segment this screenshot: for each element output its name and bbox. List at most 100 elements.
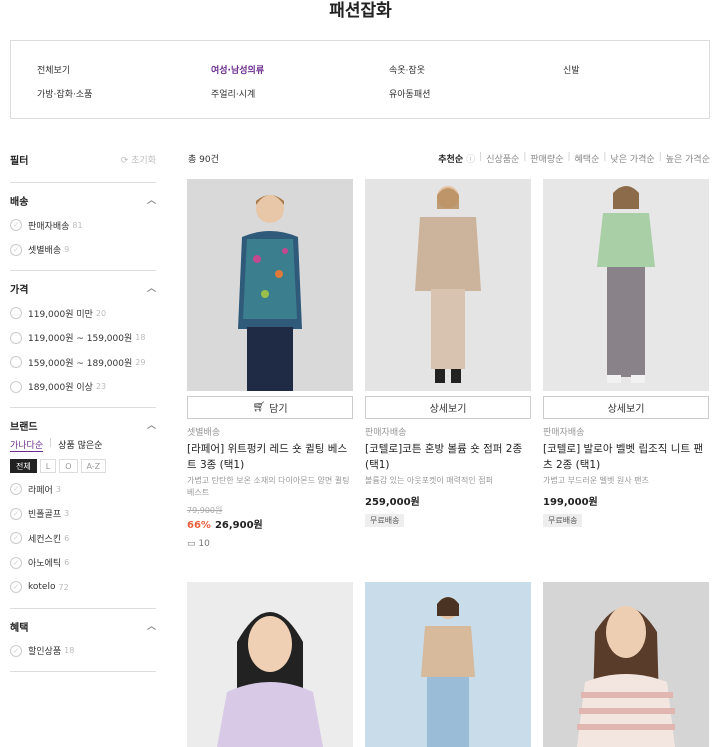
sort-recommended[interactable]: 추천순 — [438, 152, 463, 165]
review-number: 10 — [198, 539, 210, 549]
category-jewelry[interactable]: 주얼리·시계 — [211, 87, 255, 100]
product-image[interactable] — [187, 582, 353, 747]
option-count: 18 — [135, 333, 146, 343]
filter-option[interactable]: 119,000원 ~ 159,000원 18 — [10, 326, 156, 351]
radio-icon — [10, 380, 22, 393]
cart-icon: 🛒︎ — [252, 402, 266, 413]
category-bags[interactable]: 가방·잡화·소품 — [37, 87, 92, 100]
product-image[interactable] — [187, 179, 353, 391]
product-name[interactable]: [코텔로]코튼 혼방 볼륨 숏 점퍼 2종 (택1) — [365, 441, 531, 473]
product-desc: 가볍고 탄탄한 보온 소재의 다이아몬드 양면 퀼팅 베스트 — [187, 476, 350, 497]
benefit-filter: 혜택 ︿ ✓ 할인상품 18 — [10, 607, 156, 672]
product-name[interactable]: [라페어] 위트펑키 레드 숏 퀼팅 베스트 3종 (택1) — [187, 441, 353, 473]
review-count[interactable]: ▭ 10 — [187, 539, 353, 549]
option-label: 세컨스킨 — [28, 534, 62, 545]
shipping-filter: 배송 ︿ ✓ 판매자배송 81 ✓ 셋별배송 9 — [10, 182, 156, 270]
check-icon: ✓ — [10, 507, 22, 520]
option-count: 20 — [95, 308, 107, 318]
info-icon[interactable]: ⓘ — [466, 152, 475, 165]
category-kids[interactable]: 유아동패션 — [389, 87, 430, 100]
check-icon: ✓ — [10, 556, 22, 569]
filter-option[interactable]: ✓ 셋별배송 9 — [10, 238, 156, 263]
product-card[interactable]: 🛒︎ 담기 셋별배송 [라페어] 위트펑키 레드 숏 퀼팅 베스트 3종 (택1)… — [187, 179, 353, 549]
option-count: 6 — [64, 533, 70, 543]
product-image[interactable] — [365, 179, 531, 391]
option-count: 23 — [95, 382, 107, 392]
filter-option[interactable]: ✓ 세컨스킨 6 — [10, 526, 156, 551]
category-shoes[interactable]: 신발 — [563, 63, 580, 76]
check-icon: ✓ — [10, 581, 22, 594]
sort-benefit[interactable]: 혜택순 — [575, 152, 600, 165]
sort-bestselling[interactable]: 판매량순 — [530, 152, 563, 165]
free-shipping-badge: 무료배송 — [543, 514, 583, 527]
option-count: 81 — [72, 220, 83, 230]
button-label: 담기 — [269, 404, 288, 415]
product-card[interactable]: 상세보기 판매자배송 [코텔로] 발로아 벨벳 립조직 니트 팬츠 2종 (택1… — [543, 179, 709, 527]
option-label: 빈폴골프 — [28, 510, 62, 521]
sort-high-price[interactable]: 높은 가격순 — [666, 152, 710, 165]
total-count: 총 90건 — [188, 155, 219, 165]
shipping-title: 배송 — [10, 197, 29, 208]
product-card[interactable]: 상세보기 판매자배송 [코텔로]코튼 혼방 볼륨 숏 점퍼 2종 (택1) 볼륨… — [365, 179, 531, 527]
filter-option[interactable]: ✓ 할인상품 18 — [10, 639, 156, 664]
price-row: 66% 26,900원 — [187, 516, 353, 531]
original-price: 79,900원 — [187, 506, 223, 515]
benefit-title: 혜택 — [10, 622, 29, 634]
option-label: 119,000원 ~ 159,000원 — [28, 334, 133, 345]
segment-az[interactable]: A-Z — [80, 459, 107, 473]
product-card[interactable] — [365, 582, 531, 747]
option-label: kotelo — [28, 582, 56, 593]
discount-rate: 66% — [187, 520, 211, 531]
category-underwear[interactable]: 속옷·잠옷 — [389, 63, 425, 76]
check-icon: ✓ — [10, 483, 22, 496]
filter-option[interactable]: ✓ kotelo 72 — [10, 575, 156, 600]
filter-option[interactable]: ✓ 아노에틱 6 — [10, 551, 156, 576]
option-label: 할인상품 — [28, 647, 62, 658]
sort-low-price[interactable]: 낮은 가격순 — [610, 152, 654, 165]
segment-l[interactable]: L — [39, 459, 57, 473]
filter-option[interactable]: 119,000원 미만 20 — [10, 301, 156, 326]
view-details-button[interactable]: 상세보기 — [543, 396, 709, 419]
filter-header: 필터 ⟳ 초기화 — [10, 150, 156, 168]
radio-icon — [10, 331, 22, 344]
sort-bar: 추천순 ⓘ | 신상품순 | 판매량순 | 혜택순 | 낮은 가격순 | 높은 가격순 — [438, 152, 710, 165]
product-image[interactable] — [543, 179, 709, 391]
check-icon: ✓ — [10, 532, 22, 545]
option-count: 9 — [64, 245, 70, 255]
filter-option[interactable]: ✓ 판매자배송 81 — [10, 213, 156, 238]
category-all[interactable]: 전체보기 — [37, 63, 70, 76]
shipping-type: 셋별배송 — [187, 428, 221, 438]
brand-sort-count[interactable]: 상품 많은순 — [58, 438, 102, 452]
brand-sort-alpha[interactable]: 가나다순 — [10, 438, 44, 452]
sale-price: 26,900원 — [214, 520, 263, 531]
brand-sort-tabs: 가나다순 | 상품 많은순 — [10, 438, 103, 452]
option-label: 아노에틱 — [28, 559, 62, 570]
sort-newest[interactable]: 신상품순 — [486, 152, 519, 165]
segment-o[interactable]: O — [59, 459, 78, 473]
filter-option[interactable]: 159,000원 ~ 189,000원 29 — [10, 350, 156, 375]
filter-option[interactable]: ✓ 라페어 3 — [10, 477, 156, 502]
product-image[interactable] — [543, 582, 709, 747]
product-image[interactable] — [365, 582, 531, 747]
check-icon: ✓ — [10, 243, 22, 256]
product-desc: 볼륨감 있는 아웃포켓이 매력적인 점퍼 — [365, 476, 493, 485]
view-details-button[interactable]: 상세보기 — [365, 396, 531, 419]
segment-all[interactable]: 전체 — [10, 459, 37, 473]
product-card[interactable] — [543, 582, 709, 747]
sale-price: 199,000원 — [543, 497, 598, 508]
chevron-up-icon[interactable]: ︿ — [147, 281, 156, 295]
filter-option[interactable]: 189,000원 이상 23 — [10, 375, 156, 400]
option-count: 3 — [55, 484, 61, 494]
category-clothing[interactable]: 여성·남성의류 — [211, 63, 264, 76]
option-label: 라페어 — [28, 485, 53, 496]
add-to-cart-button[interactable]: 🛒︎ 담기 — [187, 396, 353, 419]
filter-option[interactable]: ✓ 빈폴골프 3 — [10, 502, 156, 527]
category-nav: 전체보기 여성·남성의류 속옷·잠옷 신발 가방·잡화·소품 주얼리·시계 유아… — [10, 40, 710, 119]
product-name[interactable]: [코텔로] 발로아 벨벳 립조직 니트 팬츠 2종 (택1) — [543, 441, 709, 473]
product-card[interactable] — [187, 582, 353, 747]
page-title: 패션잡화 — [329, 1, 392, 21]
chevron-up-icon[interactable]: ︿ — [147, 193, 156, 207]
chevron-up-icon[interactable]: ︿ — [147, 418, 156, 432]
filter-reset-button[interactable]: ⟳ 초기화 — [121, 153, 156, 166]
chevron-up-icon[interactable]: ︿ — [147, 619, 156, 633]
